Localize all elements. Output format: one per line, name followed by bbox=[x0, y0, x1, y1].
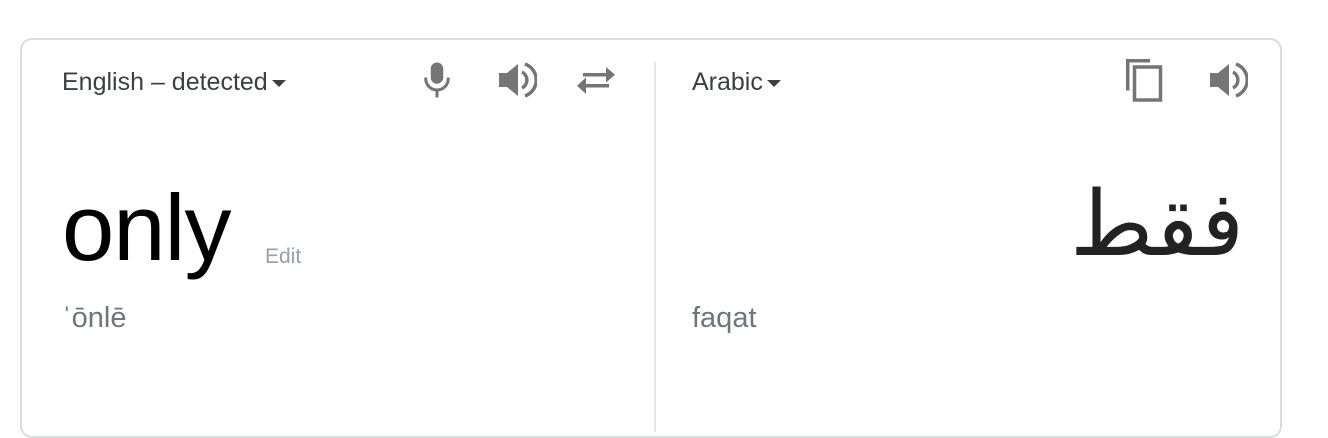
chevron-down-icon bbox=[766, 80, 781, 87]
source-text: only bbox=[62, 175, 231, 280]
microphone-icon bbox=[424, 62, 450, 98]
target-text: فقط bbox=[1070, 172, 1244, 277]
target-language-label: Arabic bbox=[692, 68, 763, 96]
source-language-label: English – detected bbox=[62, 68, 268, 96]
target-listen-button[interactable] bbox=[1205, 58, 1249, 102]
copy-icon bbox=[1126, 59, 1163, 102]
pane-divider bbox=[654, 62, 656, 432]
target-language-select[interactable]: Arabic bbox=[692, 68, 781, 97]
copy-button[interactable] bbox=[1122, 58, 1166, 102]
swap-icon bbox=[577, 67, 615, 94]
target-transliteration: faqat bbox=[692, 302, 757, 334]
swap-languages-button[interactable] bbox=[574, 58, 618, 102]
edit-link[interactable]: Edit bbox=[265, 245, 301, 269]
source-listen-button[interactable] bbox=[494, 58, 538, 102]
speaker-icon bbox=[499, 62, 537, 98]
source-transliteration: ˈōnlē bbox=[62, 302, 127, 334]
source-language-select[interactable]: English – detected bbox=[62, 68, 286, 97]
chevron-down-icon bbox=[271, 80, 286, 87]
speaker-icon bbox=[1210, 62, 1248, 98]
translation-card: English – detected only Edit ˈōnlē Arabi… bbox=[20, 38, 1282, 438]
microphone-button[interactable] bbox=[415, 58, 459, 102]
